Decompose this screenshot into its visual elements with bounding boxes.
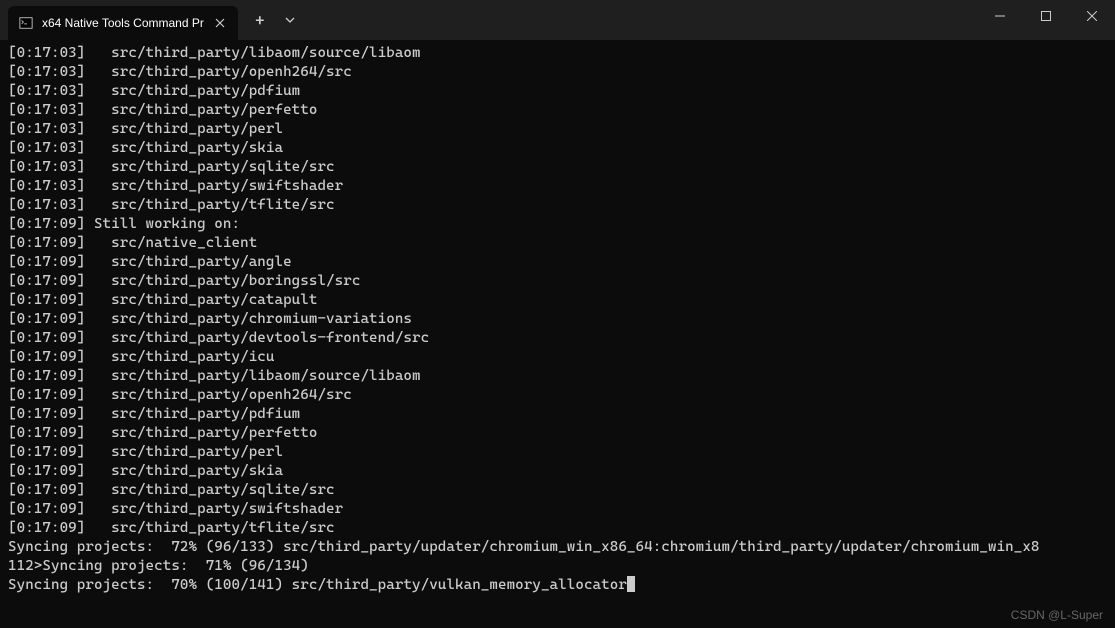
new-tab-button[interactable]: +: [244, 4, 276, 36]
terminal-icon: [18, 15, 34, 31]
terminal-line: [0:17:03] src/third_party/skia: [8, 139, 1107, 158]
tab-dropdown-button[interactable]: [276, 4, 304, 36]
terminal-line: [0:17:09] src/third_party/devtools-front…: [8, 329, 1107, 348]
terminal-line: [0:17:09] src/third_party/tflite/src: [8, 519, 1107, 538]
terminal-line: [0:17:09] src/third_party/swiftshader: [8, 500, 1107, 519]
terminal-line: [0:17:03] src/third_party/sqlite/src: [8, 158, 1107, 177]
terminal-line: [0:17:09] src/third_party/icu: [8, 348, 1107, 367]
terminal-line: [0:17:09] src/third_party/skia: [8, 462, 1107, 481]
terminal-line: [0:17:09] src/native_client: [8, 234, 1107, 253]
terminal-line: Syncing projects: 72% (96/133) src/third…: [8, 538, 1107, 557]
titlebar-left: x64 Native Tools Command Pr +: [0, 0, 304, 40]
terminal-line: [0:17:03] src/third_party/perl: [8, 120, 1107, 139]
terminal-line: [0:17:03] src/third_party/openh264/src: [8, 63, 1107, 82]
terminal-line: [0:17:09] src/third_party/perfetto: [8, 424, 1107, 443]
terminal-line: [0:17:09] src/third_party/boringssl/src: [8, 272, 1107, 291]
terminal-line: Syncing projects: 70% (100/141) src/thir…: [8, 576, 1107, 595]
window-controls: [977, 0, 1115, 40]
tab-title: x64 Native Tools Command Pr: [42, 16, 204, 30]
terminal-line: [0:17:03] src/third_party/libaom/source/…: [8, 44, 1107, 63]
watermark-text: CSDN @L-Super: [1011, 608, 1103, 622]
window-titlebar: x64 Native Tools Command Pr +: [0, 0, 1115, 40]
terminal-line: [0:17:09] src/third_party/openh264/src: [8, 386, 1107, 405]
terminal-tab[interactable]: x64 Native Tools Command Pr: [8, 6, 238, 40]
terminal-line: [0:17:03] src/third_party/pdfium: [8, 82, 1107, 101]
terminal-line: [0:17:09] src/third_party/pdfium: [8, 405, 1107, 424]
terminal-line: [0:17:03] src/third_party/tflite/src: [8, 196, 1107, 215]
terminal-line: [0:17:09] src/third_party/catapult: [8, 291, 1107, 310]
terminal-line: 112>Syncing projects: 71% (96/134): [8, 557, 1107, 576]
tab-close-button[interactable]: [212, 15, 228, 31]
terminal-line: [0:17:09] src/third_party/libaom/source/…: [8, 367, 1107, 386]
terminal-line: [0:17:09] src/third_party/perl: [8, 443, 1107, 462]
terminal-line: [0:17:03] src/third_party/perfetto: [8, 101, 1107, 120]
terminal-line: [0:17:09] Still working on:: [8, 215, 1107, 234]
close-button[interactable]: [1069, 0, 1115, 32]
terminal-output[interactable]: [0:17:03] src/third_party/libaom/source/…: [0, 40, 1115, 599]
terminal-line: [0:17:09] src/third_party/sqlite/src: [8, 481, 1107, 500]
terminal-cursor: [627, 576, 635, 592]
terminal-line: [0:17:09] src/third_party/angle: [8, 253, 1107, 272]
minimize-button[interactable]: [977, 0, 1023, 32]
terminal-line: [0:17:09] src/third_party/chromium-varia…: [8, 310, 1107, 329]
terminal-line: [0:17:03] src/third_party/swiftshader: [8, 177, 1107, 196]
maximize-button[interactable]: [1023, 0, 1069, 32]
